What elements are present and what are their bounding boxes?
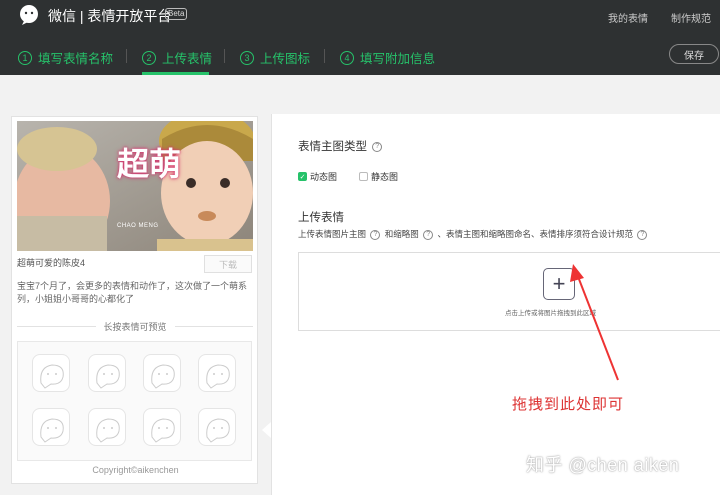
- zhihu-watermark: 知乎 @chen aiken: [526, 455, 680, 475]
- step-label: 上传图标: [260, 52, 311, 66]
- step-3[interactable]: 3 上传图标: [240, 48, 310, 67]
- emoji-placeholder-thumb[interactable]: [32, 408, 70, 446]
- panel-pointer-arrow: [262, 422, 271, 438]
- emoji-preview-panel: 超萌 CHAO MENG 超萌可爱的陈皮4 下载 宝宝7个月了，会更多的表情和动…: [11, 116, 258, 484]
- emoji-placeholder-icon: [96, 418, 120, 443]
- step-number: 4: [340, 50, 354, 65]
- download-button[interactable]: 下载: [204, 255, 252, 273]
- step-1[interactable]: 1 填写表情名称: [18, 48, 113, 67]
- step-label: 填写表情名称: [38, 52, 114, 66]
- step-divider: [324, 49, 325, 63]
- red-arrow-annotation-icon: [570, 264, 619, 381]
- save-button[interactable]: 保存: [669, 44, 719, 64]
- step-4[interactable]: 4 填写附加信息: [340, 48, 435, 67]
- step-2[interactable]: 2 上传表情: [142, 48, 212, 67]
- copyright-text: Copyright©aikenchen: [92, 465, 179, 475]
- emoji-placeholder-icon: [206, 364, 230, 389]
- emoji-placeholder-thumb[interactable]: [32, 354, 70, 392]
- emoji-placeholder-thumb[interactable]: [143, 354, 181, 392]
- top-header: 微信 | 表情开放平台 Beta 我的表情 制作规范 1 填写表情名称 2 上传…: [0, 0, 720, 75]
- banner-caption: 超萌: [117, 146, 182, 182]
- emoji-placeholder-icon: [40, 364, 64, 389]
- step-label: 填写附加信息: [360, 52, 436, 66]
- step-label: 上传表情: [162, 52, 213, 66]
- design-spec-link[interactable]: 制作规范: [671, 10, 711, 25]
- emoji-placeholder-thumb[interactable]: [143, 408, 181, 446]
- drag-here-annotation: 拖拽到此处即可: [512, 396, 625, 413]
- emoji-description: 宝宝7个月了，会更多的表情和动作了，这次做了一个萌系列，小姐姐小哥哥的心都化了: [17, 281, 248, 304]
- emoji-placeholder-icon: [40, 418, 64, 443]
- long-press-preview-divider: 长按表情可预览: [17, 320, 253, 332]
- step-divider: [126, 49, 127, 63]
- step-number: 2: [142, 50, 156, 65]
- emoji-set-name: 超萌可爱的陈皮4: [17, 258, 86, 268]
- wechat-emoji-logo-icon: [20, 5, 38, 25]
- step-number: 1: [18, 50, 32, 65]
- long-press-preview-title: 长按表情可预览: [103, 321, 167, 332]
- active-step-indicator: [142, 72, 209, 75]
- emoji-placeholder-icon: [96, 364, 120, 389]
- emoji-placeholder-thumb[interactable]: [198, 354, 236, 392]
- my-emoji-link[interactable]: 我的表情: [608, 10, 648, 25]
- banner-subcaption: CHAO MENG: [117, 223, 159, 229]
- emoji-banner-image: 超萌 CHAO MENG: [17, 121, 253, 251]
- app-title: 微信 | 表情开放平台: [48, 8, 172, 24]
- emoji-placeholder-icon: [206, 418, 230, 443]
- emoji-placeholder-icon: [151, 418, 175, 443]
- emoji-placeholder-icon: [151, 364, 175, 389]
- beta-badge: Beta: [165, 8, 188, 20]
- banner-photo: [17, 121, 253, 251]
- emoji-thumbnail-grid: [17, 341, 252, 461]
- emoji-placeholder-thumb[interactable]: [88, 408, 126, 446]
- emoji-placeholder-thumb[interactable]: [88, 354, 126, 392]
- step-number: 3: [240, 50, 254, 65]
- emoji-placeholder-thumb[interactable]: [198, 408, 236, 446]
- upload-form-panel: 表情主图类型 ? ✓ 动态图 静态图 上传表情 上传表情图片主图 ? 和缩略图 …: [271, 114, 720, 495]
- step-divider: [224, 49, 225, 63]
- step-bar: 1 填写表情名称 2 上传表情 3 上传图标 4 填写附加信息: [0, 40, 720, 75]
